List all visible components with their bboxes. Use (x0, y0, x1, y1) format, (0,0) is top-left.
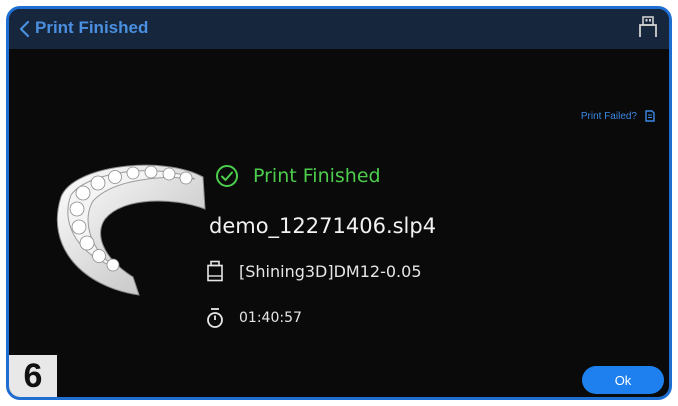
timer-icon (207, 308, 223, 328)
file-name: demo_12271406.slp4 (209, 214, 437, 238)
document-icon (645, 110, 655, 122)
resin-name: [Shining3D]DM12-0.05 (239, 261, 422, 281)
page-title: Print Finished (35, 18, 149, 37)
status-row: Print Finished (215, 164, 381, 188)
print-failed-label: Print Failed? (580, 110, 637, 122)
duration-row: 01:40:57 (205, 307, 302, 329)
step-badge: 6 (9, 355, 57, 397)
ok-button[interactable]: Ok (582, 366, 664, 394)
print-duration: 01:40:57 (239, 310, 302, 326)
print-failed-link[interactable]: Print Failed? (581, 110, 655, 122)
app-header: Print Finished (9, 9, 669, 49)
device-screen: Print Finished Print Failed? Print Finis… (6, 6, 672, 400)
chevron-left-icon[interactable] (15, 19, 35, 39)
check-circle-icon (216, 165, 238, 187)
resin-row: [Shining3D]DM12-0.05 (205, 260, 422, 282)
status-text: Print Finished (253, 165, 381, 187)
usb-icon[interactable] (637, 15, 659, 39)
dental-model-image (56, 164, 206, 296)
resin-bottle-icon (207, 260, 223, 282)
